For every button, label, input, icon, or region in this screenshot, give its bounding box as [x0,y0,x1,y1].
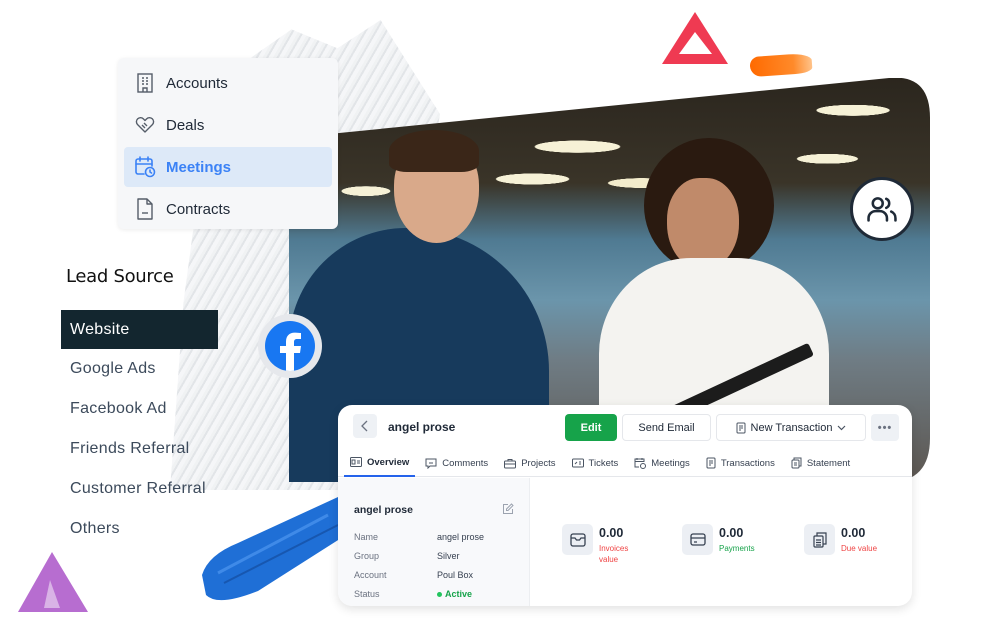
back-button[interactable] [353,414,377,438]
record-header: angel prose Edit Send Email New Transact… [338,405,912,449]
nav-item-contracts[interactable]: Contracts [124,189,332,229]
summary-title: angel prose [354,504,413,516]
tab-label: Overview [367,456,410,468]
people-icon [867,197,897,222]
lead-source-friends-referral[interactable]: Friends Referral [61,429,218,469]
tab-label: Projects [521,457,556,469]
nav-item-label: Deals [166,116,205,134]
building-icon [134,72,156,94]
field-group-value: Silver [437,551,460,561]
record-summary-panel: angel prose Name angel prose Group Silve… [338,478,530,606]
orange-paint-stroke [749,52,813,78]
lead-source-customer-referral[interactable]: Customer Referral [61,469,218,509]
stat-label: Invoices value [599,544,629,564]
status-badge: Active [437,589,472,599]
new-transaction-dropdown[interactable]: New Transaction [716,414,866,441]
pencil-icon [503,503,514,514]
tab-comments[interactable]: Comments [419,449,494,477]
tab-label: Meetings [651,457,690,469]
stat-due: 0.00 Due value [804,524,877,555]
lead-source-list: Website Google Ads Facebook Ad Friends R… [61,310,218,549]
tab-label: Tickets [588,457,619,469]
record-title: angel prose [388,420,456,434]
nav-item-label: Meetings [166,158,232,176]
nav-item-deals[interactable]: Deals [124,105,332,145]
photo-woman-face [667,178,739,270]
stat-payments: 0.00 Payments [682,524,755,555]
edit-summary-button[interactable] [502,502,514,520]
document-icon [134,198,156,220]
field-name-value: angel prose [437,532,485,542]
tab-transactions[interactable]: Transactions [700,449,781,477]
blue-paint-stroke [202,497,346,601]
inbox-icon [562,524,593,555]
stat-label: Due value [841,544,878,553]
stat-value: 0.00 [599,526,624,540]
record-detail-card: angel prose Edit Send Email New Transact… [338,405,912,606]
facebook-icon [265,321,315,371]
lead-source-google-ads[interactable]: Google Ads [61,349,218,389]
module-nav-menu: Accounts Deals Meetings Contracts [118,58,338,229]
red-triangle-decoration [662,12,728,64]
receipt-icon [706,457,716,469]
clipboard-stack-icon [804,524,835,555]
more-options-button[interactable]: ••• [871,414,899,441]
receipt-icon [736,422,746,433]
briefcase-icon [504,458,517,468]
field-account-label: Account [354,570,387,580]
stat-label: Payments [719,544,755,553]
lead-source-website[interactable]: Website [61,310,218,349]
clipboard-icon [791,457,802,469]
handshake-heart-icon [134,114,156,136]
ticket-icon [571,458,584,468]
tab-projects[interactable]: Projects [498,449,561,477]
photo-man-hair [389,130,479,172]
purple-triangle-decoration [18,552,88,612]
record-tabs: Overview Comments Projects Tickets Meeti… [338,449,912,477]
nav-item-meetings[interactable]: Meetings [124,147,332,187]
status-value: Active [445,589,473,599]
lead-source-facebook-ad[interactable]: Facebook Ad [61,389,218,429]
lead-source-others[interactable]: Others [61,509,218,549]
field-name-label: Name [354,532,379,542]
chevron-down-icon [838,425,846,430]
people-badge [850,177,914,241]
field-account-value: Poul Box [437,570,474,580]
comment-icon [425,458,437,469]
new-transaction-label: New Transaction [750,421,833,434]
nav-item-label: Contracts [166,200,231,218]
calendar-clock-icon [634,458,647,469]
stat-invoices: 0.00 Invoices value [562,524,639,565]
nav-item-label: Accounts [166,74,228,92]
stat-value: 0.00 [841,526,866,540]
field-status-label: Status [354,589,380,599]
field-group-label: Group [354,551,380,561]
credit-card-icon [682,524,713,555]
lead-source-title: Lead Source [66,266,174,287]
nav-item-accounts[interactable]: Accounts [124,63,332,103]
tab-tickets[interactable]: Tickets [566,449,625,477]
tab-statement[interactable]: Statement [785,449,856,477]
tab-label: Statement [806,457,851,469]
id-card-icon [350,457,362,467]
send-email-button[interactable]: Send Email [622,414,711,441]
facebook-badge [258,314,322,378]
chevron-left-icon [361,420,368,432]
stat-value: 0.00 [719,526,744,540]
tab-label: Transactions [720,457,775,469]
tab-label: Comments [442,457,489,469]
tab-overview[interactable]: Overview [344,449,416,477]
calendar-clock-icon [134,156,156,178]
status-dot [437,592,442,598]
edit-button[interactable]: Edit [565,414,617,441]
tab-meetings[interactable]: Meetings [628,449,696,477]
